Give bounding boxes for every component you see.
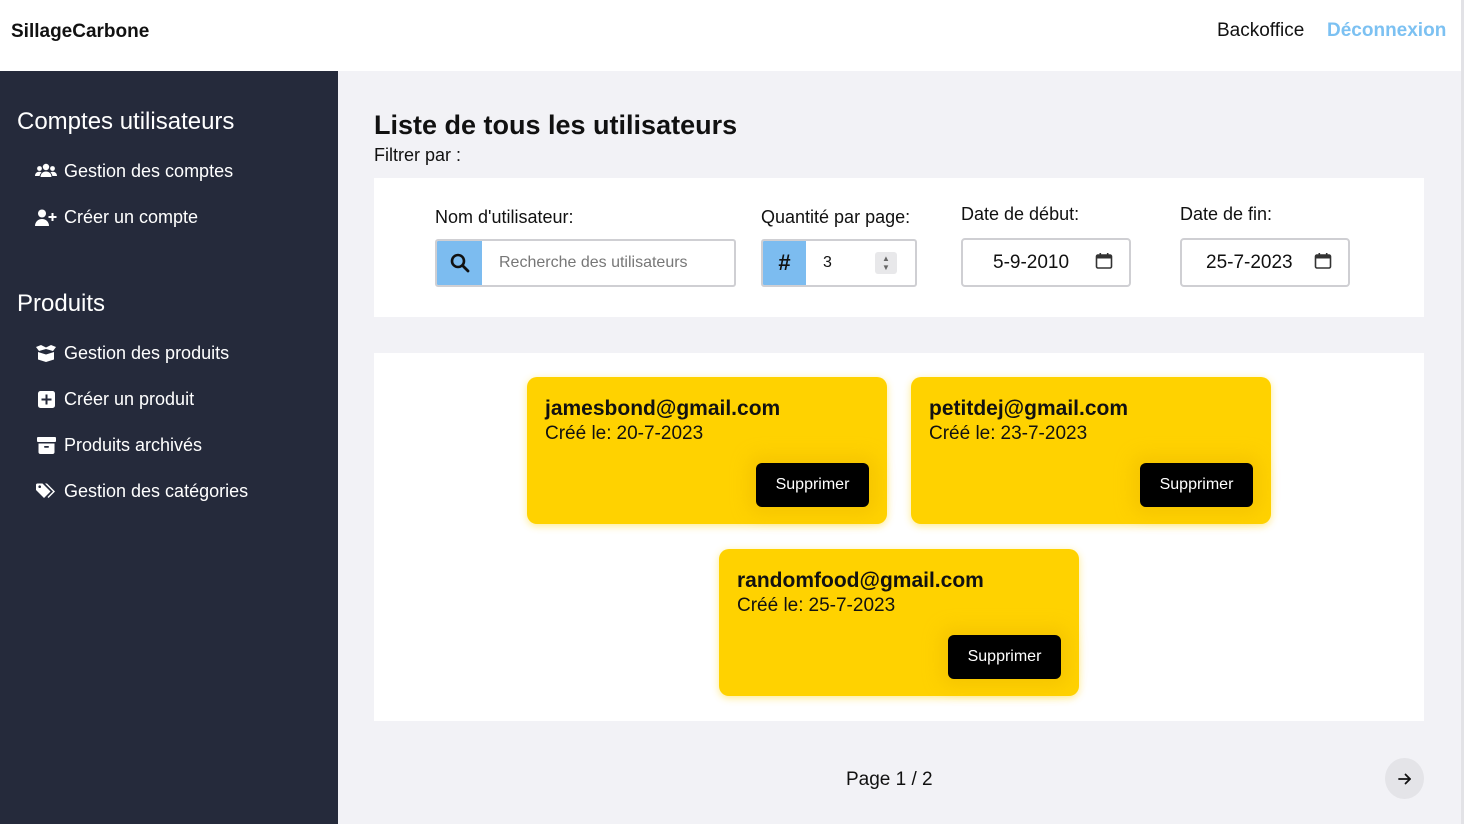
created-value: 20-7-2023 — [616, 423, 704, 444]
created-value: 23-7-2023 — [1000, 423, 1088, 444]
sidebar-item-label: Créer un compte — [64, 207, 199, 227]
filter-prompt: Filtrer par : — [374, 145, 462, 165]
username-search: Recherche des utilisateurs — [435, 239, 736, 287]
user-card: petitdej@gmail.com Créé le: 23-7-2023 Sup… — [911, 377, 1271, 524]
sidebar-item-label: Créer un produit — [64, 389, 195, 409]
sidebar-item-label: Gestion des produits — [64, 343, 230, 363]
user-created-date: Créé le: 20-7-2023 — [545, 423, 703, 445]
sidebar-heading-products: Produits — [17, 290, 106, 317]
square-plus-icon — [35, 391, 57, 409]
page-title: Liste de tous les utilisateurs — [374, 110, 738, 140]
backoffice-link[interactable]: Backoffice — [1217, 20, 1304, 42]
sidebar-item-manage-products[interactable]: Gestion des produits — [35, 343, 229, 364]
calendar-icon[interactable] — [1095, 252, 1113, 270]
created-label: Créé le: — [545, 423, 612, 444]
sidebar-item-create-product[interactable]: Créer un produit — [35, 389, 194, 410]
created-label: Créé le: — [737, 595, 804, 616]
brand-logo[interactable]: SillageCarbone — [11, 21, 149, 43]
pagination-text: Page 1 / 2 — [846, 769, 933, 790]
quantity-input[interactable]: 3 — [806, 241, 875, 285]
user-email: randomfood@gmail.com — [737, 569, 984, 592]
user-plus-icon — [35, 209, 57, 227]
sidebar-item-label: Gestion des comptes — [64, 161, 234, 181]
sidebar-item-label: Produits archivés — [64, 435, 203, 455]
user-email: jamesbond@gmail.com — [545, 397, 781, 420]
user-created-date: Créé le: 25-7-2023 — [737, 595, 895, 617]
sidebar: Comptes utilisateurs Gestion des comptes… — [0, 71, 338, 824]
created-value: 25-7-2023 — [808, 595, 896, 616]
delete-user-button[interactable]: Supprimer — [1140, 463, 1253, 507]
start-date-label: Date de début: — [961, 204, 1080, 224]
sidebar-item-archived-products[interactable]: Produits archivés — [35, 435, 202, 456]
chevron-down-icon[interactable]: ▼ — [882, 263, 890, 272]
start-date-value[interactable]: 5-9-2010 — [963, 252, 1095, 274]
next-page-button[interactable] — [1385, 758, 1424, 799]
delete-user-button[interactable]: Supprimer — [756, 463, 869, 507]
calendar-icon[interactable] — [1314, 252, 1332, 270]
chevron-up-icon[interactable]: ▲ — [882, 254, 890, 263]
archive-icon — [35, 437, 57, 455]
search-icon[interactable] — [437, 241, 482, 285]
users-icon — [35, 163, 57, 181]
quantity-stepper[interactable]: ▲ ▼ — [875, 252, 897, 274]
sidebar-heading-accounts: Comptes utilisateurs — [17, 108, 235, 135]
user-card: randomfood@gmail.com Créé le: 25-7-2023 S… — [719, 549, 1079, 696]
sidebar-item-manage-accounts[interactable]: Gestion des comptes — [35, 161, 233, 182]
user-card: jamesbond@gmail.com Créé le: 20-7-2023 Su… — [527, 377, 887, 524]
hash-icon: # — [763, 241, 806, 285]
end-date-label: Date de fin: — [1180, 204, 1273, 224]
user-email: petitdej@gmail.com — [929, 397, 1129, 420]
top-navbar: SillageCarbone Backoffice Déconnexion — [0, 0, 1461, 71]
delete-user-button[interactable]: Supprimer — [948, 635, 1061, 679]
search-input[interactable]: Recherche des utilisateurs — [482, 241, 734, 285]
user-cards-panel: jamesbond@gmail.com Créé le: 20-7-2023 Su… — [374, 353, 1424, 721]
logout-link[interactable]: Déconnexion — [1327, 20, 1446, 42]
tags-icon — [35, 483, 57, 501]
arrow-right-icon — [1397, 773, 1411, 784]
sidebar-item-label: Gestion des catégories — [64, 481, 249, 501]
user-created-date: Créé le: 23-7-2023 — [929, 423, 1087, 445]
sidebar-item-manage-categories[interactable]: Gestion des catégories — [35, 481, 248, 502]
box-open-icon — [35, 345, 57, 363]
sidebar-item-create-account[interactable]: Créer un compte — [35, 207, 198, 228]
filter-panel: Nom d'utilisateur: Recherche des utilisa… — [374, 178, 1424, 317]
end-date-value[interactable]: 25-7-2023 — [1182, 252, 1314, 274]
quantity-per-page: # 3 ▲ ▼ — [761, 239, 917, 287]
username-filter-label: Nom d'utilisateur: — [435, 207, 574, 227]
end-date-field[interactable]: 25-7-2023 — [1180, 238, 1350, 287]
quantity-filter-label: Quantité par page: — [761, 207, 911, 227]
created-label: Créé le: — [929, 423, 996, 444]
start-date-field[interactable]: 5-9-2010 — [961, 238, 1131, 287]
